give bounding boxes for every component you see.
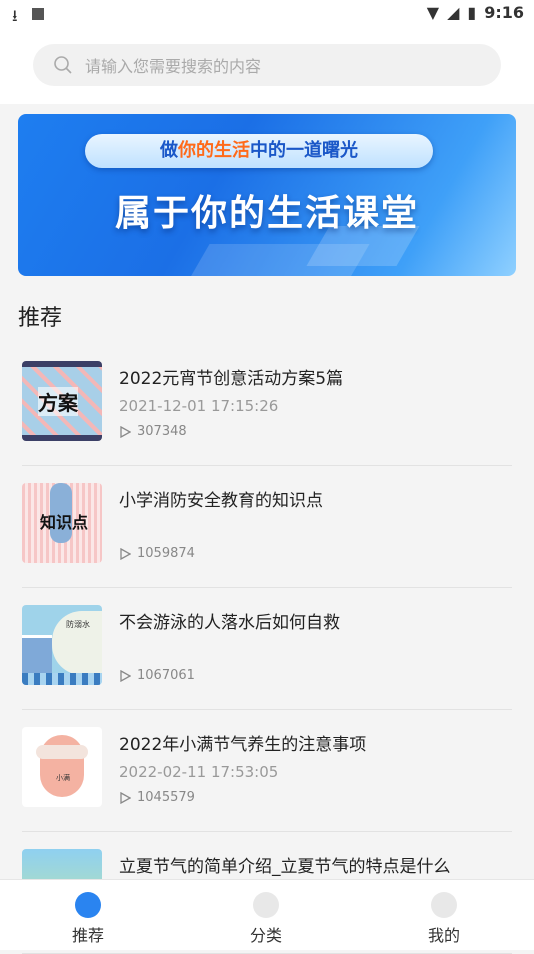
view-count: 1045579: [137, 790, 195, 805]
notification-icon: [31, 8, 44, 20]
article-title: 立夏节气的简单介绍_立夏节气的特点是什么: [119, 857, 451, 877]
status-bar: ⭳ ▼ ◢ ▮ 9:16: [0, 0, 534, 28]
banner-slogan: 做你的生活中的一道曙光: [85, 134, 433, 168]
battery-icon: ▮: [467, 3, 477, 22]
view-count: 1067061: [137, 668, 195, 683]
bottom-tab-bar: 推荐 分类 我的: [0, 879, 534, 950]
article-title: 2022年小满节气养生的注意事项: [119, 735, 367, 755]
play-icon: [120, 425, 131, 438]
wifi-icon: ▼: [426, 3, 440, 22]
play-icon: [120, 669, 131, 682]
view-count: 1059874: [137, 546, 195, 561]
search-icon: [54, 56, 72, 74]
article-date: 2022-02-11 17:53:05: [119, 763, 279, 781]
section-title: 推荐: [18, 306, 63, 331]
article-thumbnail: 方案: [22, 361, 102, 441]
category-icon: [253, 892, 279, 918]
tab-category[interactable]: 分类: [226, 892, 306, 946]
article-title: 2022元宵节创意活动方案5篇: [119, 369, 344, 389]
article-list: 方案 2022元宵节创意活动方案5篇 2021-12-01 17:15:26 3…: [0, 344, 534, 954]
view-count: 307348: [137, 424, 187, 439]
recommend-icon: [75, 892, 101, 918]
search-input[interactable]: 请输入您需要搜索的内容: [33, 44, 501, 86]
list-item[interactable]: 方案 2022元宵节创意活动方案5篇 2021-12-01 17:15:26 3…: [22, 344, 512, 466]
tab-mine[interactable]: 我的: [404, 892, 484, 946]
list-item[interactable]: 知识点 小学消防安全教育的知识点 1059874: [22, 466, 512, 588]
profile-icon: [431, 892, 457, 918]
play-icon: [120, 791, 131, 804]
article-title: 不会游泳的人落水后如何自救: [119, 613, 340, 633]
search-placeholder: 请输入您需要搜索的内容: [85, 57, 262, 76]
promo-banner[interactable]: 做你的生活中的一道曙光 属于你的生活课堂: [18, 114, 516, 276]
list-item[interactable]: 防溺水 不会游泳的人落水后如何自救 1067061: [22, 588, 512, 710]
article-thumbnail: 知识点: [22, 483, 102, 563]
article-date: 2021-12-01 17:15:26: [119, 397, 279, 415]
play-icon: [120, 547, 131, 560]
clock: 9:16: [484, 3, 524, 22]
banner-headline: 属于你的生活课堂: [114, 193, 419, 234]
article-title: 小学消防安全教育的知识点: [119, 491, 323, 511]
article-thumbnail: 防溺水: [22, 605, 102, 685]
signal-icon: ◢: [447, 3, 460, 22]
list-item[interactable]: 小满 2022年小满节气养生的注意事项 2022-02-11 17:53:05 …: [22, 710, 512, 832]
article-thumbnail: 小满: [22, 727, 102, 807]
tab-recommend[interactable]: 推荐: [48, 892, 128, 946]
